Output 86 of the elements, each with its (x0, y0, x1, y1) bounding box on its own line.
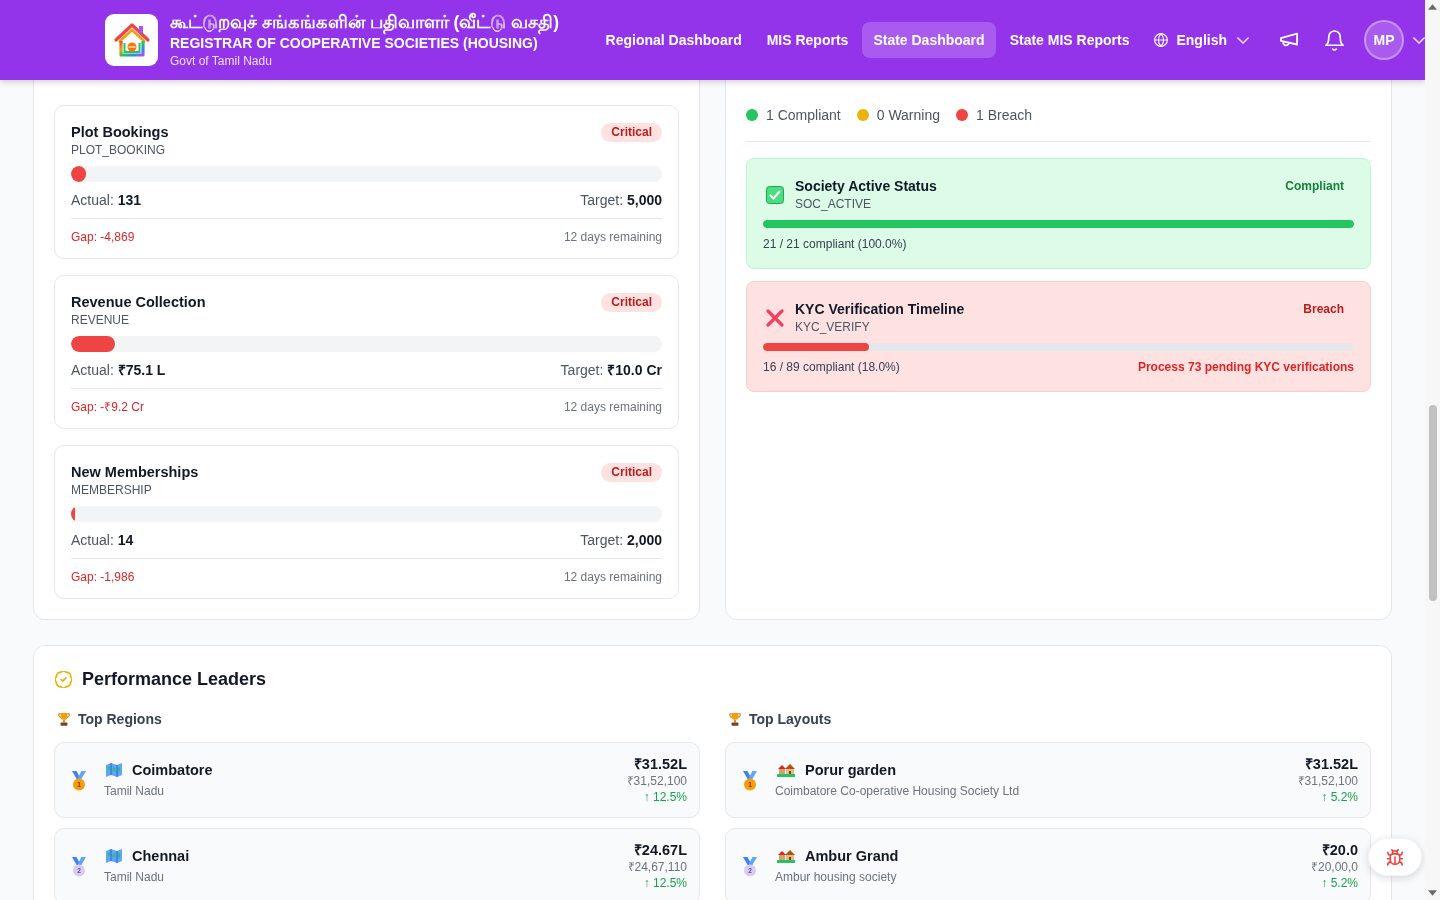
site-tagline: Govt of Tamil Nadu (170, 53, 273, 69)
kpi-code: PLOT_BOOKING (71, 142, 167, 158)
houses-icon (777, 849, 795, 863)
leader-subtitle: Tamil Nadu (104, 869, 166, 886)
kpi-title: New Memberships (71, 463, 199, 482)
amount-value: ₹20.0 (1321, 841, 1358, 859)
kpi-title: Revenue Collection (71, 293, 206, 312)
section-title: Performance Leaders (82, 668, 267, 690)
gap-value: Gap: -1,986 (71, 569, 135, 585)
user-avatar-button[interactable]: MP (1364, 20, 1404, 60)
target-value: Target: ₹10.0 Cr (560, 361, 662, 379)
kpi-code: REVENUE (71, 312, 130, 328)
exact-amount: ₹31,52,100 (1297, 773, 1358, 789)
exact-amount: ₹24,67,110 (627, 859, 687, 875)
map-icon (106, 763, 122, 777)
houses-icon (777, 763, 795, 777)
policy-title: Society Active Status (795, 177, 937, 196)
legend-label: 0 Warning (876, 106, 940, 125)
actual-value: Actual: 14 (71, 531, 134, 549)
growth-change: ↑ 5.2% (1321, 789, 1358, 805)
leader-subtitle: Ambur housing society (775, 869, 898, 886)
status-badge: Critical (601, 463, 662, 482)
leader-name: Chennai (132, 847, 190, 866)
legend-label: 1 Breach (976, 106, 1033, 125)
status-badge: Critical (601, 293, 662, 312)
chevron-down-icon[interactable] (1413, 36, 1425, 44)
kpi-title: Plot Bookings (71, 123, 169, 142)
check-box-icon (766, 186, 784, 204)
map-icon (106, 849, 122, 863)
scroll-up-icon[interactable] (1428, 4, 1437, 10)
megaphone-icon[interactable] (1280, 31, 1298, 49)
policy-status: Compliant (1285, 178, 1344, 195)
status-badge: Critical (601, 123, 662, 142)
days-remaining: 12 days remaining (563, 399, 662, 415)
house-logo (105, 14, 158, 66)
language-selector[interactable]: English (1143, 22, 1260, 58)
globe-icon (1154, 33, 1169, 47)
exact-amount: ₹31,52,100 (626, 773, 687, 789)
policy-status: Breach (1303, 301, 1344, 318)
cross-icon (766, 309, 784, 327)
amount-value: ₹31.52L (633, 755, 687, 773)
chevron-down-icon (1237, 36, 1249, 44)
column-title: Top Layouts (749, 710, 832, 729)
leader-subtitle: Coimbatore Co-operative Housing Society Ltd (775, 783, 1020, 800)
check-badge-icon (55, 670, 72, 688)
leader-name: Porur garden (805, 761, 897, 780)
scrollbar-thumb[interactable] (1428, 405, 1437, 601)
target-value: Target: 5,000 (580, 191, 662, 209)
nav-link[interactable]: Regional Dashboard (594, 22, 753, 58)
leader-name: Coimbatore (132, 761, 213, 780)
gap-value: Gap: -₹9.2 Cr (71, 399, 145, 415)
bug-report-button[interactable] (1368, 838, 1422, 876)
bug-icon (1387, 848, 1403, 866)
leader-name: Ambur Grand (805, 847, 899, 866)
leader-subtitle: Tamil Nadu (104, 783, 166, 800)
nav-link[interactable]: State Dashboard (862, 22, 996, 58)
actual-value: Actual: ₹75.1 L (71, 361, 166, 379)
action-hint: Process 73 pending KYC verifications (1137, 359, 1354, 375)
policy-code: KYC_VERIFY (795, 319, 871, 335)
exact-amount: ₹20,00,0 (1310, 859, 1358, 875)
growth-change: ↑ 12.5% (643, 789, 687, 805)
legend-label: 1 Compliant (766, 106, 841, 125)
days-remaining: 12 days remaining (563, 229, 662, 245)
amount-value: ₹24.67L (633, 841, 687, 859)
kpi-code: MEMBERSHIP (71, 482, 153, 498)
compliance-summary: 21 / 21 compliant (100.0%) (763, 236, 907, 252)
trophy-icon (58, 712, 70, 726)
gap-value: Gap: -4,869 (71, 229, 135, 245)
scroll-down-icon[interactable] (1428, 890, 1437, 896)
scrollbar[interactable] (1425, 0, 1440, 900)
growth-change: ↑ 12.5% (643, 875, 687, 891)
site-subtitle: REGISTRAR OF COOPERATIVE SOCIETIES (HOUSING) (170, 35, 539, 53)
days-remaining: 12 days remaining (563, 569, 662, 585)
nav-link[interactable]: State MIS Reports (998, 22, 1141, 58)
notifications-bell-icon[interactable] (1325, 29, 1344, 51)
nav-link[interactable]: MIS Reports (755, 22, 860, 58)
column-title: Top Regions (78, 710, 162, 729)
policy-title: KYC Verification Timeline (795, 300, 965, 319)
amount-value: ₹31.52L (1304, 755, 1358, 773)
compliance-summary: 16 / 89 compliant (18.0%) (763, 359, 900, 375)
trophy-icon (729, 712, 741, 726)
target-value: Target: 2,000 (580, 531, 662, 549)
growth-change: ↑ 5.2% (1321, 875, 1358, 891)
actual-value: Actual: 131 (71, 191, 142, 209)
site-title: கூட்டுறவுச் சங்கங்களின் பதிவாளர் (வீட்டு வசதி) (170, 11, 560, 33)
policy-code: SOC_ACTIVE (795, 196, 873, 212)
